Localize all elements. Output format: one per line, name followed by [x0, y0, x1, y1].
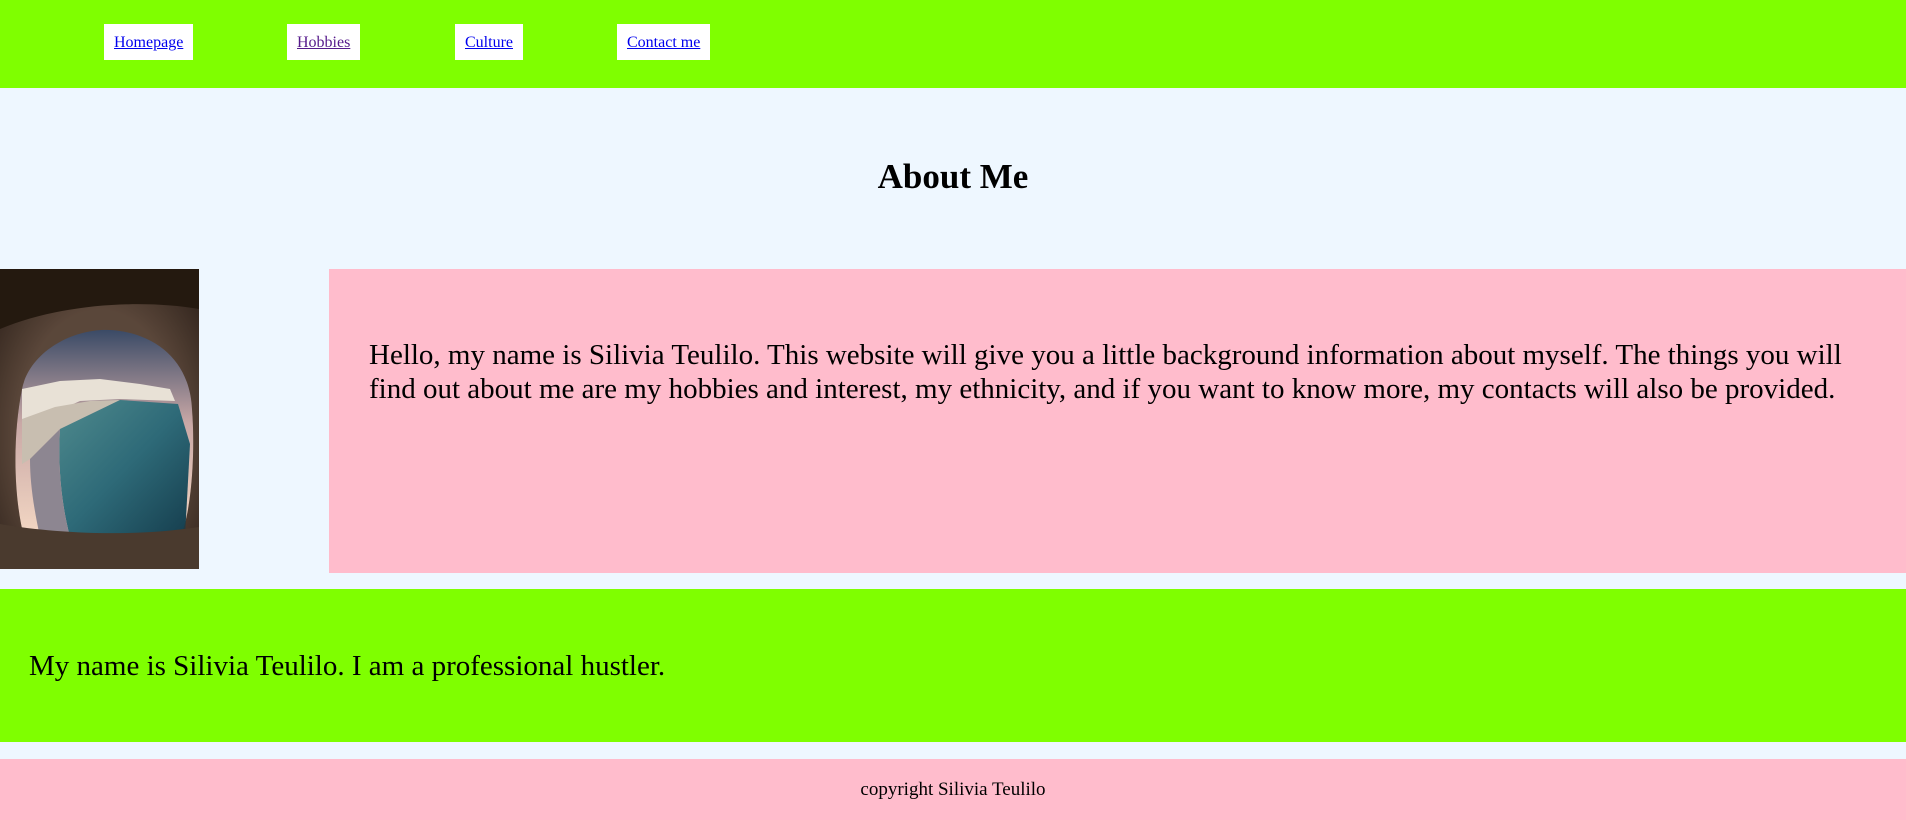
nav-link-culture[interactable]: Culture: [455, 24, 523, 60]
nav-link-hobbies[interactable]: Hobbies: [287, 24, 361, 60]
cave-ocean-cliff-photo-image: [0, 269, 199, 569]
bio-text: My name is Silivia Teulilo. I am a profe…: [29, 650, 666, 682]
nav-link-contact-me[interactable]: Contact me: [617, 24, 711, 60]
profile-photo: [0, 269, 199, 569]
top-nav: Homepage Hobbies Culture Contact me: [0, 0, 1906, 88]
footer: copyright Silivia Teulilo: [0, 759, 1906, 820]
page-title: About Me: [877, 157, 1029, 196]
nav-link-homepage[interactable]: Homepage: [104, 24, 194, 60]
copyright-text: copyright Silivia Teulilo: [860, 779, 1046, 800]
intro-section: Hello, my name is Silivia Teulilo. This …: [329, 269, 1906, 573]
bio-section: My name is Silivia Teulilo. I am a profe…: [0, 589, 1906, 742]
intro-text: Hello, my name is Silivia Teulilo. This …: [369, 339, 1842, 405]
